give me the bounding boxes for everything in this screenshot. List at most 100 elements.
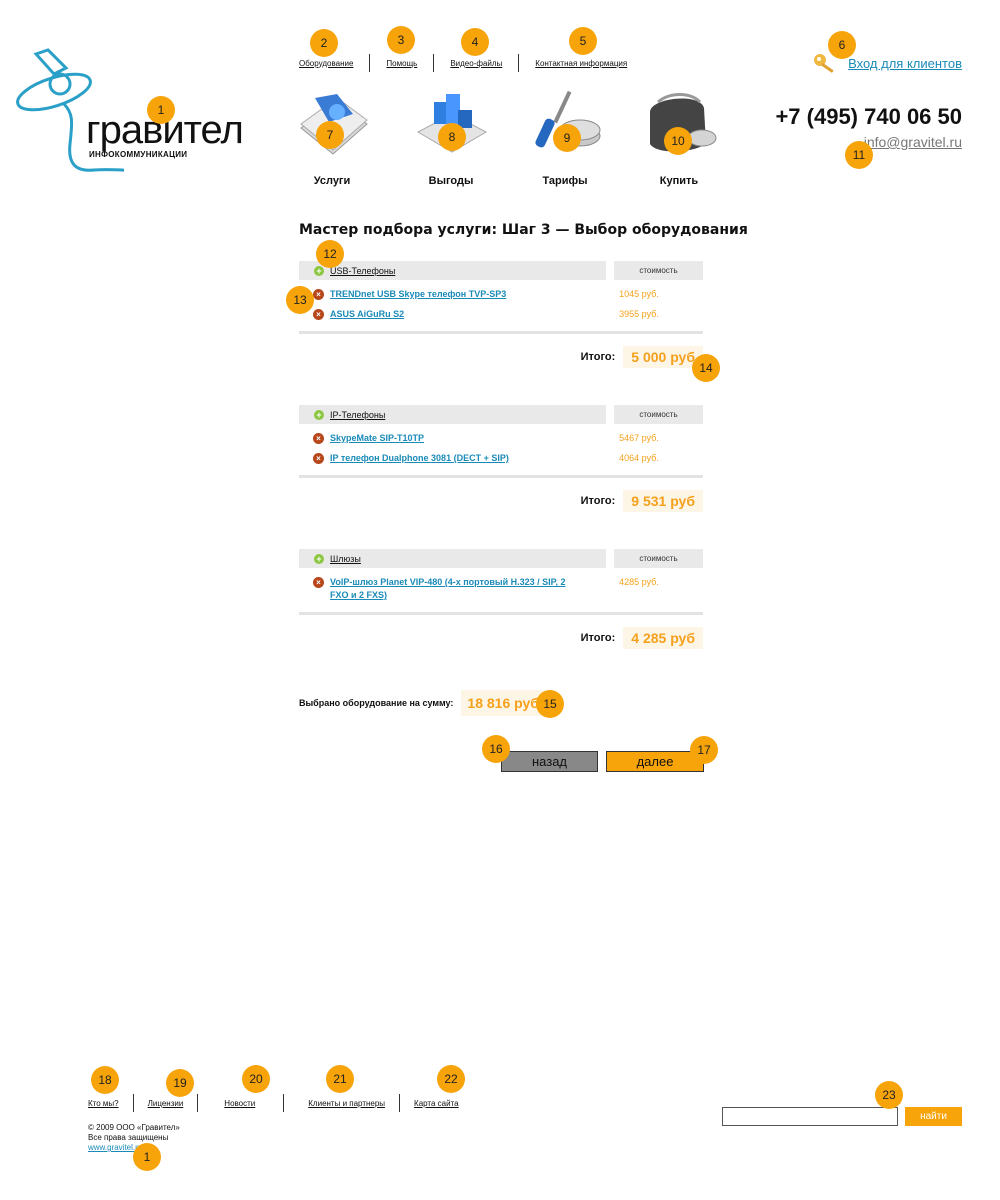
tile-label: Купить xyxy=(659,175,699,187)
item-link[interactable]: IP телефон Dualphone 3081 (DECT + SIP) xyxy=(330,452,575,465)
section-header: + IP-Телефоны стоимость xyxy=(299,405,703,424)
footer-link-licenses[interactable]: Лицензии xyxy=(148,1099,184,1108)
total-label: Итого: xyxy=(580,495,616,507)
remove-icon[interactable]: × xyxy=(313,289,324,300)
item-link[interactable]: TRENDnet USB Skype телефон TVP-SP3 xyxy=(330,288,575,301)
next-button[interactable]: далее xyxy=(606,751,704,772)
remove-icon[interactable]: × xyxy=(313,309,324,320)
copyright-block: © 2009 ООО «Гравител» Все права защищены… xyxy=(88,1123,180,1153)
footer-divider xyxy=(399,1094,401,1112)
remove-icon[interactable]: × xyxy=(313,433,324,444)
annotation-marker: 11 xyxy=(845,141,873,169)
item-link[interactable]: VoIP-шлюз Planet VIP-480 (4-х портовый H… xyxy=(330,576,575,602)
list-item: × SkypeMate SIP-T10TP 5467 руб. xyxy=(299,432,703,445)
total-label: Итого: xyxy=(580,632,616,644)
annotation-marker: 2 xyxy=(310,29,338,57)
tile-label: Услуги xyxy=(313,175,351,187)
grand-total: Выбрано оборудование на сумму: 18 816 ру… xyxy=(299,690,545,716)
item-list: × VoIP-шлюз Planet VIP-480 (4-х портовый… xyxy=(299,568,703,602)
add-icon[interactable]: + xyxy=(314,265,324,276)
annotation-marker: 3 xyxy=(387,26,415,54)
list-item: × TRENDnet USB Skype телефон TVP-SP3 104… xyxy=(299,288,703,301)
annotation-marker: 12 xyxy=(316,240,344,268)
annotation-marker: 20 xyxy=(242,1065,270,1093)
annotation-marker: 13 xyxy=(286,286,314,314)
section-name[interactable]: USB-Телефоны xyxy=(330,266,395,276)
total-value: 5 000 руб xyxy=(623,346,703,368)
item-price: 4064 руб. xyxy=(619,453,659,463)
item-price: 5467 руб. xyxy=(619,433,659,443)
client-login-link[interactable]: Вход для клиентов xyxy=(848,56,962,71)
section-name-cell: + USB-Телефоны xyxy=(299,261,606,280)
back-button[interactable]: назад xyxy=(501,751,598,772)
add-icon[interactable]: + xyxy=(314,553,324,564)
add-icon[interactable]: + xyxy=(314,409,324,420)
footer-divider xyxy=(283,1094,285,1112)
item-price: 3955 руб. xyxy=(619,309,659,319)
grand-total-label: Выбрано оборудование на сумму: xyxy=(299,698,454,708)
annotation-marker: 1 xyxy=(133,1143,161,1171)
copyright-text: © 2009 ООО «Гравител» xyxy=(88,1123,180,1132)
logo[interactable]: гравител ИНФОКОММУНИКАЦИИ xyxy=(14,44,254,184)
equipment-section-usb: + USB-Телефоны стоимость × TRENDnet USB … xyxy=(299,261,703,368)
footer-divider xyxy=(197,1094,199,1112)
annotation-marker: 23 xyxy=(875,1081,903,1109)
logo-subtitle: ИНФОКОММУНИКАЦИИ xyxy=(89,150,188,159)
section-name[interactable]: IP-Телефоны xyxy=(330,410,385,420)
tile-label: Тарифы xyxy=(542,175,588,187)
section-header: + Шлюзы стоимость xyxy=(299,549,703,568)
footer-link-sitemap[interactable]: Карта сайта xyxy=(414,1099,459,1108)
divider xyxy=(299,331,703,334)
footer-link-about[interactable]: Кто мы? xyxy=(88,1099,119,1108)
nav-divider xyxy=(433,54,435,72)
divider xyxy=(299,612,703,615)
annotation-marker: 15 xyxy=(536,690,564,718)
remove-icon[interactable]: × xyxy=(313,453,324,464)
annotation-marker: 16 xyxy=(482,735,510,763)
list-item: × ASUS AiGuRu S2 3955 руб. xyxy=(299,308,703,321)
list-item: × IP телефон Dualphone 3081 (DECT + SIP)… xyxy=(299,452,703,465)
divider xyxy=(299,475,703,478)
item-price: 4285 руб. xyxy=(619,577,659,587)
section-header: + USB-Телефоны стоимость xyxy=(299,261,703,280)
top-nav: Оборудование Помощь Видео-файлы Контактн… xyxy=(299,54,627,72)
search-input[interactable] xyxy=(722,1107,898,1126)
annotation-marker: 14 xyxy=(692,354,720,382)
annotation-marker: 9 xyxy=(553,124,581,152)
annotation-marker: 7 xyxy=(316,121,344,149)
remove-icon[interactable]: × xyxy=(313,577,324,588)
grand-total-value: 18 816 руб xyxy=(461,690,545,716)
item-list: × TRENDnet USB Skype телефон TVP-SP3 104… xyxy=(299,280,703,321)
email-link[interactable]: info@gravitel.ru xyxy=(864,134,962,150)
nav-help[interactable]: Помощь xyxy=(386,59,417,68)
footer-nav: Кто мы? Лицензии Новости Клиенты и партн… xyxy=(88,1094,459,1112)
annotation-marker: 4 xyxy=(461,28,489,56)
item-price: 1045 руб. xyxy=(619,289,659,299)
equipment-section-gateways: + Шлюзы стоимость × VoIP-шлюз Planet VIP… xyxy=(299,549,703,649)
annotation-marker: 21 xyxy=(326,1065,354,1093)
annotation-marker: 18 xyxy=(91,1066,119,1094)
item-link[interactable]: SkypeMate SIP-T10TP xyxy=(330,432,575,445)
section-name-cell: + Шлюзы xyxy=(299,549,606,568)
nav-divider xyxy=(518,54,520,72)
nav-video[interactable]: Видео-файлы xyxy=(450,59,502,68)
item-link[interactable]: ASUS AiGuRu S2 xyxy=(330,308,575,321)
equipment-section-ip: + IP-Телефоны стоимость × SkypeMate SIP-… xyxy=(299,405,703,512)
search-button[interactable]: найти xyxy=(905,1107,962,1126)
annotation-marker: 10 xyxy=(664,127,692,155)
footer-link-clients[interactable]: Клиенты и партнеры xyxy=(308,1099,385,1108)
phone-number: +7 (495) 740 06 50 xyxy=(775,104,962,129)
cost-header: стоимость xyxy=(614,405,703,424)
annotation-marker: 1 xyxy=(147,96,175,124)
section-total: Итого: 4 285 руб xyxy=(299,627,703,649)
section-name-cell: + IP-Телефоны xyxy=(299,405,606,424)
nav-equipment[interactable]: Оборудование xyxy=(299,59,353,68)
section-name[interactable]: Шлюзы xyxy=(330,554,361,564)
annotation-marker: 8 xyxy=(438,123,466,151)
annotation-marker: 19 xyxy=(166,1069,194,1097)
footer-link-news[interactable]: Новости xyxy=(224,1099,255,1108)
total-label: Итого: xyxy=(580,351,616,363)
nav-contacts[interactable]: Контактная информация xyxy=(535,59,627,68)
cost-header: стоимость xyxy=(614,261,703,280)
footer-divider xyxy=(132,1094,134,1112)
